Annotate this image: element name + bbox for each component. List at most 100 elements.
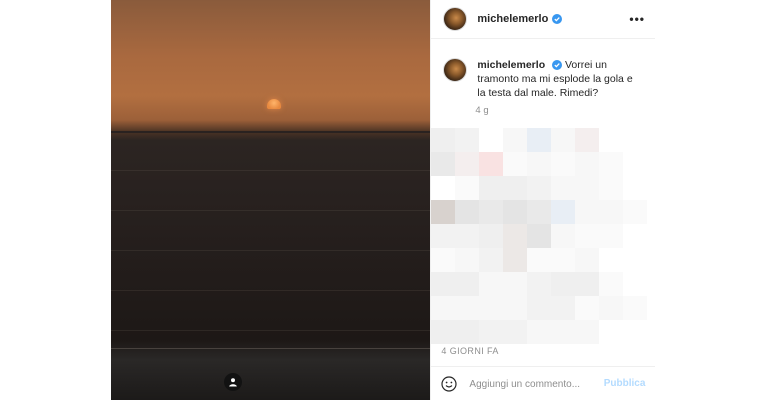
pixel-block (575, 272, 600, 296)
pixelated-comments (431, 128, 655, 344)
pixel-block (527, 128, 552, 152)
pixel-block (599, 248, 624, 272)
pixel-block (623, 296, 648, 320)
pixel-block (503, 248, 528, 272)
pixel-block (551, 152, 576, 176)
pixel-block (599, 224, 624, 248)
pixel-block (455, 176, 480, 200)
pixel-block (527, 272, 552, 296)
pixel-block (575, 128, 600, 152)
pixel-block (455, 320, 480, 344)
pixel-block (479, 248, 504, 272)
comment-input[interactable] (467, 377, 612, 391)
pixel-block (455, 152, 480, 176)
verified-badge-icon (552, 14, 563, 24)
publish-button[interactable]: Pubblica (604, 378, 646, 389)
pixel-block (527, 200, 552, 224)
pixel-block (479, 200, 504, 224)
pixel-block (551, 200, 576, 224)
pixel-block (479, 272, 504, 296)
caption-avatar[interactable] (443, 58, 468, 82)
pixel-block (503, 152, 528, 176)
pixel-block (455, 224, 480, 248)
pixel-block (431, 248, 456, 272)
pixel-block (599, 272, 624, 296)
pixel-block (599, 128, 624, 152)
avatar[interactable] (443, 7, 468, 31)
pixel-block (623, 248, 648, 272)
pixel-block (575, 152, 600, 176)
pixel-block (431, 296, 456, 320)
pixel-block (623, 200, 648, 224)
pixel-block (599, 320, 624, 344)
pixel-block (479, 224, 504, 248)
pixel-block (623, 176, 648, 200)
pixel-block (551, 296, 576, 320)
user-tag-icon[interactable] (224, 373, 242, 391)
pixel-block (503, 200, 528, 224)
pixel-block (503, 296, 528, 320)
pixel-block (431, 176, 456, 200)
wave-line (111, 290, 431, 291)
horizon-line (111, 131, 431, 133)
pixel-block (479, 176, 504, 200)
wave-line (111, 170, 431, 171)
pixel-block (455, 248, 480, 272)
pixel-block (479, 152, 504, 176)
verified-badge-icon (552, 60, 563, 71)
pixel-block (551, 176, 576, 200)
wave-line (111, 330, 431, 331)
pixel-block (431, 200, 456, 224)
pixel-block (551, 320, 576, 344)
pixel-block (527, 176, 552, 200)
pixel-block (431, 152, 456, 176)
wave-line (111, 210, 431, 211)
post-date[interactable]: 4 GIORNI FA (441, 346, 498, 356)
pixel-block (431, 272, 456, 296)
pixel-block (575, 320, 600, 344)
pixel-block (575, 176, 600, 200)
pixel-block (551, 128, 576, 152)
pixel-block (455, 128, 480, 152)
more-horizontal-icon[interactable]: ••• (629, 12, 645, 26)
post-caption: michelemerlo Vorrei un tramonto ma mi es… (443, 58, 643, 100)
pixel-block (599, 152, 624, 176)
instagram-post: michelemerlo ••• michelemerlo Vorrei un … (111, 0, 656, 401)
post-photo[interactable] (111, 0, 431, 400)
caption-body: michelemerlo Vorrei un tramonto ma mi es… (477, 58, 637, 100)
pixel-block (623, 320, 648, 344)
pixel-block (455, 272, 480, 296)
pixel-block (503, 128, 528, 152)
pixel-block (551, 224, 576, 248)
pixel-block (455, 296, 480, 320)
pixel-block (455, 200, 480, 224)
pixel-block (503, 224, 528, 248)
pixel-block (575, 200, 600, 224)
comment-bar: Pubblica (431, 366, 656, 401)
caption-timestamp[interactable]: 4 g (475, 105, 488, 116)
pixel-block (551, 272, 576, 296)
pixel-block (623, 152, 648, 176)
pixel-block (527, 320, 552, 344)
pixel-block (575, 224, 600, 248)
post-header: michelemerlo ••• (431, 0, 655, 39)
pixel-block (599, 296, 624, 320)
pixel-block (551, 248, 576, 272)
wave-line (111, 348, 431, 349)
pixel-block (431, 224, 456, 248)
pixel-block (599, 176, 624, 200)
pixel-block (431, 128, 456, 152)
pixel-block (503, 272, 528, 296)
pixel-block (431, 320, 456, 344)
caption-username[interactable]: michelemerlo (477, 59, 545, 71)
wave-line (111, 250, 431, 251)
pixel-block (503, 320, 528, 344)
header-username[interactable]: michelemerlo (477, 13, 548, 25)
pixel-block (623, 272, 648, 296)
post-sidebar: michelemerlo ••• michelemerlo Vorrei un … (430, 0, 656, 401)
pixel-block (623, 224, 648, 248)
smiley-icon[interactable] (441, 376, 458, 392)
pixel-block (479, 128, 504, 152)
pixel-block (575, 248, 600, 272)
pixel-block (479, 296, 504, 320)
